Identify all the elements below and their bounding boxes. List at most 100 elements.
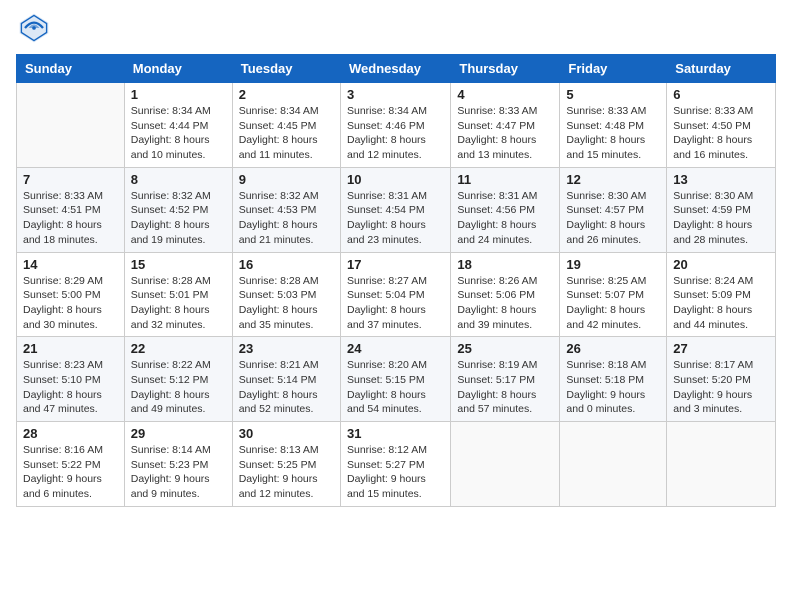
day-info: Sunrise: 8:16 AM Sunset: 5:22 PM Dayligh… (23, 443, 118, 502)
weekday-header-tuesday: Tuesday (232, 55, 340, 83)
day-number: 5 (566, 87, 660, 102)
day-number: 14 (23, 257, 118, 272)
day-info: Sunrise: 8:30 AM Sunset: 4:59 PM Dayligh… (673, 189, 769, 248)
day-number: 3 (347, 87, 444, 102)
day-info: Sunrise: 8:12 AM Sunset: 5:27 PM Dayligh… (347, 443, 444, 502)
day-number: 17 (347, 257, 444, 272)
day-number: 6 (673, 87, 769, 102)
day-number: 11 (457, 172, 553, 187)
day-cell (560, 422, 667, 507)
day-number: 2 (239, 87, 334, 102)
day-cell: 15 Sunrise: 8:28 AM Sunset: 5:01 PM Dayli… (124, 252, 232, 337)
day-number: 23 (239, 341, 334, 356)
day-cell: 19 Sunrise: 8:25 AM Sunset: 5:07 PM Dayli… (560, 252, 667, 337)
day-info: Sunrise: 8:23 AM Sunset: 5:10 PM Dayligh… (23, 358, 118, 417)
day-cell: 25 Sunrise: 8:19 AM Sunset: 5:17 PM Dayli… (451, 337, 560, 422)
day-info: Sunrise: 8:31 AM Sunset: 4:56 PM Dayligh… (457, 189, 553, 248)
day-info: Sunrise: 8:34 AM Sunset: 4:46 PM Dayligh… (347, 104, 444, 163)
day-number: 27 (673, 341, 769, 356)
header (16, 10, 776, 46)
day-info: Sunrise: 8:20 AM Sunset: 5:15 PM Dayligh… (347, 358, 444, 417)
weekday-header-wednesday: Wednesday (340, 55, 450, 83)
day-info: Sunrise: 8:33 AM Sunset: 4:50 PM Dayligh… (673, 104, 769, 163)
day-cell: 1Sunrise: 8:34 AM Sunset: 4:44 PM Daylig… (124, 83, 232, 168)
day-info: Sunrise: 8:27 AM Sunset: 5:04 PM Dayligh… (347, 274, 444, 333)
day-number: 19 (566, 257, 660, 272)
day-cell: 10Sunrise: 8:31 AM Sunset: 4:54 PM Dayli… (340, 167, 450, 252)
day-cell: 8 Sunrise: 8:32 AM Sunset: 4:52 PM Daylig… (124, 167, 232, 252)
day-number: 30 (239, 426, 334, 441)
day-number: 21 (23, 341, 118, 356)
day-info: Sunrise: 8:30 AM Sunset: 4:57 PM Dayligh… (566, 189, 660, 248)
weekday-header-saturday: Saturday (667, 55, 776, 83)
day-number: 13 (673, 172, 769, 187)
day-info: Sunrise: 8:19 AM Sunset: 5:17 PM Dayligh… (457, 358, 553, 417)
day-cell: 4 Sunrise: 8:33 AM Sunset: 4:47 PM Daylig… (451, 83, 560, 168)
day-number: 15 (131, 257, 226, 272)
day-info: Sunrise: 8:33 AM Sunset: 4:47 PM Dayligh… (457, 104, 553, 163)
week-row-1: 1Sunrise: 8:34 AM Sunset: 4:44 PM Daylig… (17, 83, 776, 168)
day-cell: 12Sunrise: 8:30 AM Sunset: 4:57 PM Dayli… (560, 167, 667, 252)
day-info: Sunrise: 8:34 AM Sunset: 4:45 PM Dayligh… (239, 104, 334, 163)
day-number: 9 (239, 172, 334, 187)
day-cell: 9 Sunrise: 8:32 AM Sunset: 4:53 PM Daylig… (232, 167, 340, 252)
day-number: 8 (131, 172, 226, 187)
calendar-table: SundayMondayTuesdayWednesdayThursdayFrid… (16, 54, 776, 507)
day-info: Sunrise: 8:33 AM Sunset: 4:51 PM Dayligh… (23, 189, 118, 248)
day-number: 16 (239, 257, 334, 272)
logo (16, 10, 56, 46)
day-cell: 2 Sunrise: 8:34 AM Sunset: 4:45 PM Daylig… (232, 83, 340, 168)
day-number: 4 (457, 87, 553, 102)
day-number: 20 (673, 257, 769, 272)
day-number: 22 (131, 341, 226, 356)
day-info: Sunrise: 8:14 AM Sunset: 5:23 PM Dayligh… (131, 443, 226, 502)
day-info: Sunrise: 8:28 AM Sunset: 5:01 PM Dayligh… (131, 274, 226, 333)
day-cell: 14 Sunrise: 8:29 AM Sunset: 5:00 PM Dayli… (17, 252, 125, 337)
day-cell (667, 422, 776, 507)
week-row-2: 7 Sunrise: 8:33 AM Sunset: 4:51 PM Daylig… (17, 167, 776, 252)
day-number: 28 (23, 426, 118, 441)
day-info: Sunrise: 8:29 AM Sunset: 5:00 PM Dayligh… (23, 274, 118, 333)
weekday-header-thursday: Thursday (451, 55, 560, 83)
day-info: Sunrise: 8:28 AM Sunset: 5:03 PM Dayligh… (239, 274, 334, 333)
day-cell: 23 Sunrise: 8:21 AM Sunset: 5:14 PM Dayli… (232, 337, 340, 422)
day-info: Sunrise: 8:22 AM Sunset: 5:12 PM Dayligh… (131, 358, 226, 417)
day-cell: 17 Sunrise: 8:27 AM Sunset: 5:04 PM Dayli… (340, 252, 450, 337)
day-info: Sunrise: 8:21 AM Sunset: 5:14 PM Dayligh… (239, 358, 334, 417)
day-cell: 21 Sunrise: 8:23 AM Sunset: 5:10 PM Dayli… (17, 337, 125, 422)
day-info: Sunrise: 8:17 AM Sunset: 5:20 PM Dayligh… (673, 358, 769, 417)
day-info: Sunrise: 8:25 AM Sunset: 5:07 PM Dayligh… (566, 274, 660, 333)
day-info: Sunrise: 8:18 AM Sunset: 5:18 PM Dayligh… (566, 358, 660, 417)
day-cell: 13 Sunrise: 8:30 AM Sunset: 4:59 PM Dayli… (667, 167, 776, 252)
day-info: Sunrise: 8:32 AM Sunset: 4:52 PM Dayligh… (131, 189, 226, 248)
day-cell: 22 Sunrise: 8:22 AM Sunset: 5:12 PM Dayli… (124, 337, 232, 422)
day-info: Sunrise: 8:34 AM Sunset: 4:44 PM Dayligh… (131, 104, 226, 163)
day-cell: 27 Sunrise: 8:17 AM Sunset: 5:20 PM Dayli… (667, 337, 776, 422)
day-info: Sunrise: 8:24 AM Sunset: 5:09 PM Dayligh… (673, 274, 769, 333)
day-cell: 7 Sunrise: 8:33 AM Sunset: 4:51 PM Daylig… (17, 167, 125, 252)
day-info: Sunrise: 8:31 AM Sunset: 4:54 PM Dayligh… (347, 189, 444, 248)
day-cell: 30Sunrise: 8:13 AM Sunset: 5:25 PM Dayli… (232, 422, 340, 507)
week-row-3: 14 Sunrise: 8:29 AM Sunset: 5:00 PM Dayli… (17, 252, 776, 337)
day-number: 18 (457, 257, 553, 272)
day-cell: 20 Sunrise: 8:24 AM Sunset: 5:09 PM Dayli… (667, 252, 776, 337)
weekday-header-monday: Monday (124, 55, 232, 83)
day-cell (17, 83, 125, 168)
day-cell: 3 Sunrise: 8:34 AM Sunset: 4:46 PM Daylig… (340, 83, 450, 168)
page: SundayMondayTuesdayWednesdayThursdayFrid… (0, 0, 792, 612)
day-cell: 6 Sunrise: 8:33 AM Sunset: 4:50 PM Daylig… (667, 83, 776, 168)
day-number: 25 (457, 341, 553, 356)
day-cell: 28 Sunrise: 8:16 AM Sunset: 5:22 PM Dayli… (17, 422, 125, 507)
day-cell: 18 Sunrise: 8:26 AM Sunset: 5:06 PM Dayli… (451, 252, 560, 337)
day-cell (451, 422, 560, 507)
day-cell: 11 Sunrise: 8:31 AM Sunset: 4:56 PM Dayli… (451, 167, 560, 252)
weekday-header-sunday: Sunday (17, 55, 125, 83)
logo-icon (16, 10, 52, 46)
day-number: 7 (23, 172, 118, 187)
weekday-header-row: SundayMondayTuesdayWednesdayThursdayFrid… (17, 55, 776, 83)
day-number: 29 (131, 426, 226, 441)
week-row-5: 28 Sunrise: 8:16 AM Sunset: 5:22 PM Dayli… (17, 422, 776, 507)
weekday-header-friday: Friday (560, 55, 667, 83)
day-info: Sunrise: 8:32 AM Sunset: 4:53 PM Dayligh… (239, 189, 334, 248)
day-info: Sunrise: 8:26 AM Sunset: 5:06 PM Dayligh… (457, 274, 553, 333)
